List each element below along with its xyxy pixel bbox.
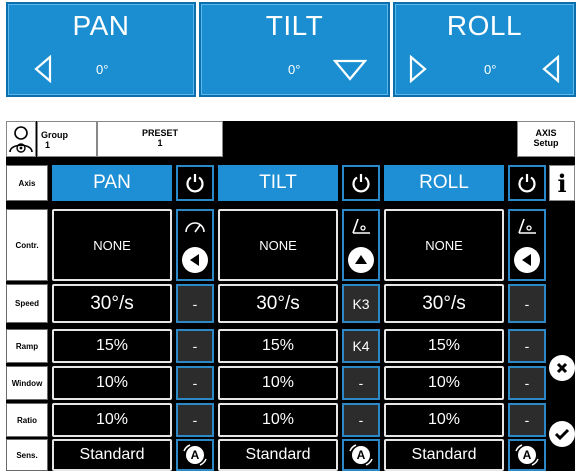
group-value: 1 — [45, 140, 51, 150]
axis-setup-panel: Group 1 PRESET 1 AXIS Setup Axis Contr. … — [6, 121, 575, 471]
pan-speed-key[interactable]: - — [176, 284, 214, 323]
roll-ramp-field[interactable]: 15% — [384, 329, 504, 363]
power-icon — [352, 174, 370, 193]
preset-value: 1 — [157, 138, 163, 148]
tilt-control-field[interactable]: NONE — [218, 209, 338, 281]
tilt-axis-header[interactable]: TILT — [218, 165, 338, 201]
tilt-ratio-field[interactable]: 10% — [218, 403, 338, 437]
roll-power-button[interactable] — [508, 165, 546, 201]
pan-control-icons[interactable] — [176, 209, 214, 281]
auto-mode-icon: A — [183, 444, 207, 466]
right-triangle-icon — [409, 55, 427, 83]
tilt-window-field[interactable]: 10% — [218, 366, 338, 400]
row-label-sens: Sens. — [6, 439, 48, 471]
down-triangle-icon — [333, 59, 367, 81]
roll-ratio-key[interactable]: - — [508, 403, 546, 437]
pan-ramp-field[interactable]: 15% — [52, 329, 172, 363]
roll-control-field[interactable]: NONE — [384, 209, 504, 281]
pan-sens-field[interactable]: Standard — [52, 439, 172, 471]
tilt-sens-auto-button[interactable]: A — [342, 439, 380, 471]
left-triangle-icon — [542, 55, 560, 83]
preset-selector[interactable]: PRESET 1 — [97, 121, 223, 157]
left-arrow-circle-icon — [182, 246, 208, 273]
roll-axis-header[interactable]: ROLL — [384, 165, 504, 201]
roll-control-icons[interactable] — [508, 209, 546, 281]
up-arrow-circle-icon — [348, 247, 374, 273]
confirm-button[interactable] — [549, 411, 575, 457]
roll-tile-title: ROLL — [446, 10, 523, 41]
auto-mode-icon: A — [515, 444, 539, 466]
axis-setup-line2: Setup — [533, 138, 559, 148]
left-arrow-circle-icon — [514, 247, 540, 273]
group-label: Group — [41, 130, 68, 140]
speedometer-icon — [185, 221, 205, 232]
tilt-tile-title: TILT — [265, 10, 324, 41]
close-icon — [549, 355, 575, 381]
row-label-axis: Axis — [6, 165, 48, 201]
roll-tile[interactable]: ROLL 0° — [393, 2, 576, 97]
pan-tile-degree: 0° — [96, 62, 109, 77]
angle-icon — [352, 218, 370, 234]
axis-setup-button[interactable]: AXIS Setup — [517, 121, 575, 157]
row-label-contr: Contr. — [6, 209, 48, 281]
angle-icon — [518, 218, 536, 234]
pan-axis-header[interactable]: PAN — [52, 165, 172, 201]
roll-speed-key[interactable]: - — [508, 284, 546, 323]
svg-text:A: A — [357, 448, 366, 462]
roll-ratio-field[interactable]: 10% — [384, 403, 504, 437]
tilt-ratio-key[interactable]: - — [342, 403, 380, 437]
row-label-ratio: Ratio — [6, 403, 48, 437]
row-label-speed: Speed — [6, 284, 48, 323]
svg-text:A: A — [191, 448, 200, 462]
tilt-power-button[interactable] — [342, 165, 380, 201]
info-button[interactable]: i — [549, 165, 575, 201]
roll-window-key[interactable]: - — [508, 366, 546, 400]
cancel-button[interactable] — [549, 345, 575, 391]
pan-ramp-key[interactable]: - — [176, 329, 214, 363]
info-icon: i — [557, 168, 567, 198]
pan-power-button[interactable] — [176, 165, 214, 201]
row-label-window: Window — [6, 366, 48, 400]
tilt-ramp-key[interactable]: K4 — [342, 329, 380, 363]
pan-ratio-key[interactable]: - — [176, 403, 214, 437]
row-label-ramp: Ramp — [6, 329, 48, 363]
tilt-speed-field[interactable]: 30°/s — [218, 284, 338, 323]
tilt-speed-key[interactable]: K3 — [342, 284, 380, 323]
pan-tile-title: PAN — [72, 10, 130, 41]
tilt-sens-field[interactable]: Standard — [218, 439, 338, 471]
pan-window-key[interactable]: - — [176, 366, 214, 400]
roll-sens-auto-button[interactable]: A — [508, 439, 546, 471]
tilt-ramp-field[interactable]: 15% — [218, 329, 338, 363]
group-selector[interactable]: Group 1 — [37, 121, 97, 157]
pan-sens-auto-button[interactable]: A — [176, 439, 214, 471]
tilt-tile-degree: 0° — [288, 62, 301, 77]
power-icon — [518, 174, 536, 193]
auto-mode-icon: A — [349, 444, 373, 466]
pan-window-field[interactable]: 10% — [52, 366, 172, 400]
svg-text:A: A — [523, 448, 532, 462]
pan-speed-field[interactable]: 30°/s — [52, 284, 172, 323]
roll-window-field[interactable]: 10% — [384, 366, 504, 400]
tilt-tile[interactable]: TILT 0° — [199, 2, 390, 97]
tilt-control-icons[interactable] — [342, 209, 380, 281]
user-gear-icon — [9, 126, 33, 153]
pan-control-field[interactable]: NONE — [52, 209, 172, 281]
preset-label: PRESET — [141, 128, 178, 138]
roll-ramp-key[interactable]: - — [508, 329, 546, 363]
roll-tile-degree: 0° — [484, 62, 497, 77]
pan-ratio-field[interactable]: 10% — [52, 403, 172, 437]
power-icon — [186, 174, 204, 193]
axis-setup-line1: AXIS — [535, 128, 557, 138]
user-settings-button[interactable] — [6, 121, 36, 157]
checkmark-icon — [549, 421, 575, 447]
roll-speed-field[interactable]: 30°/s — [384, 284, 504, 323]
roll-sens-field[interactable]: Standard — [384, 439, 504, 471]
tilt-window-key[interactable]: - — [342, 366, 380, 400]
left-triangle-icon — [34, 55, 52, 83]
pan-tile[interactable]: PAN 0° — [6, 2, 196, 97]
